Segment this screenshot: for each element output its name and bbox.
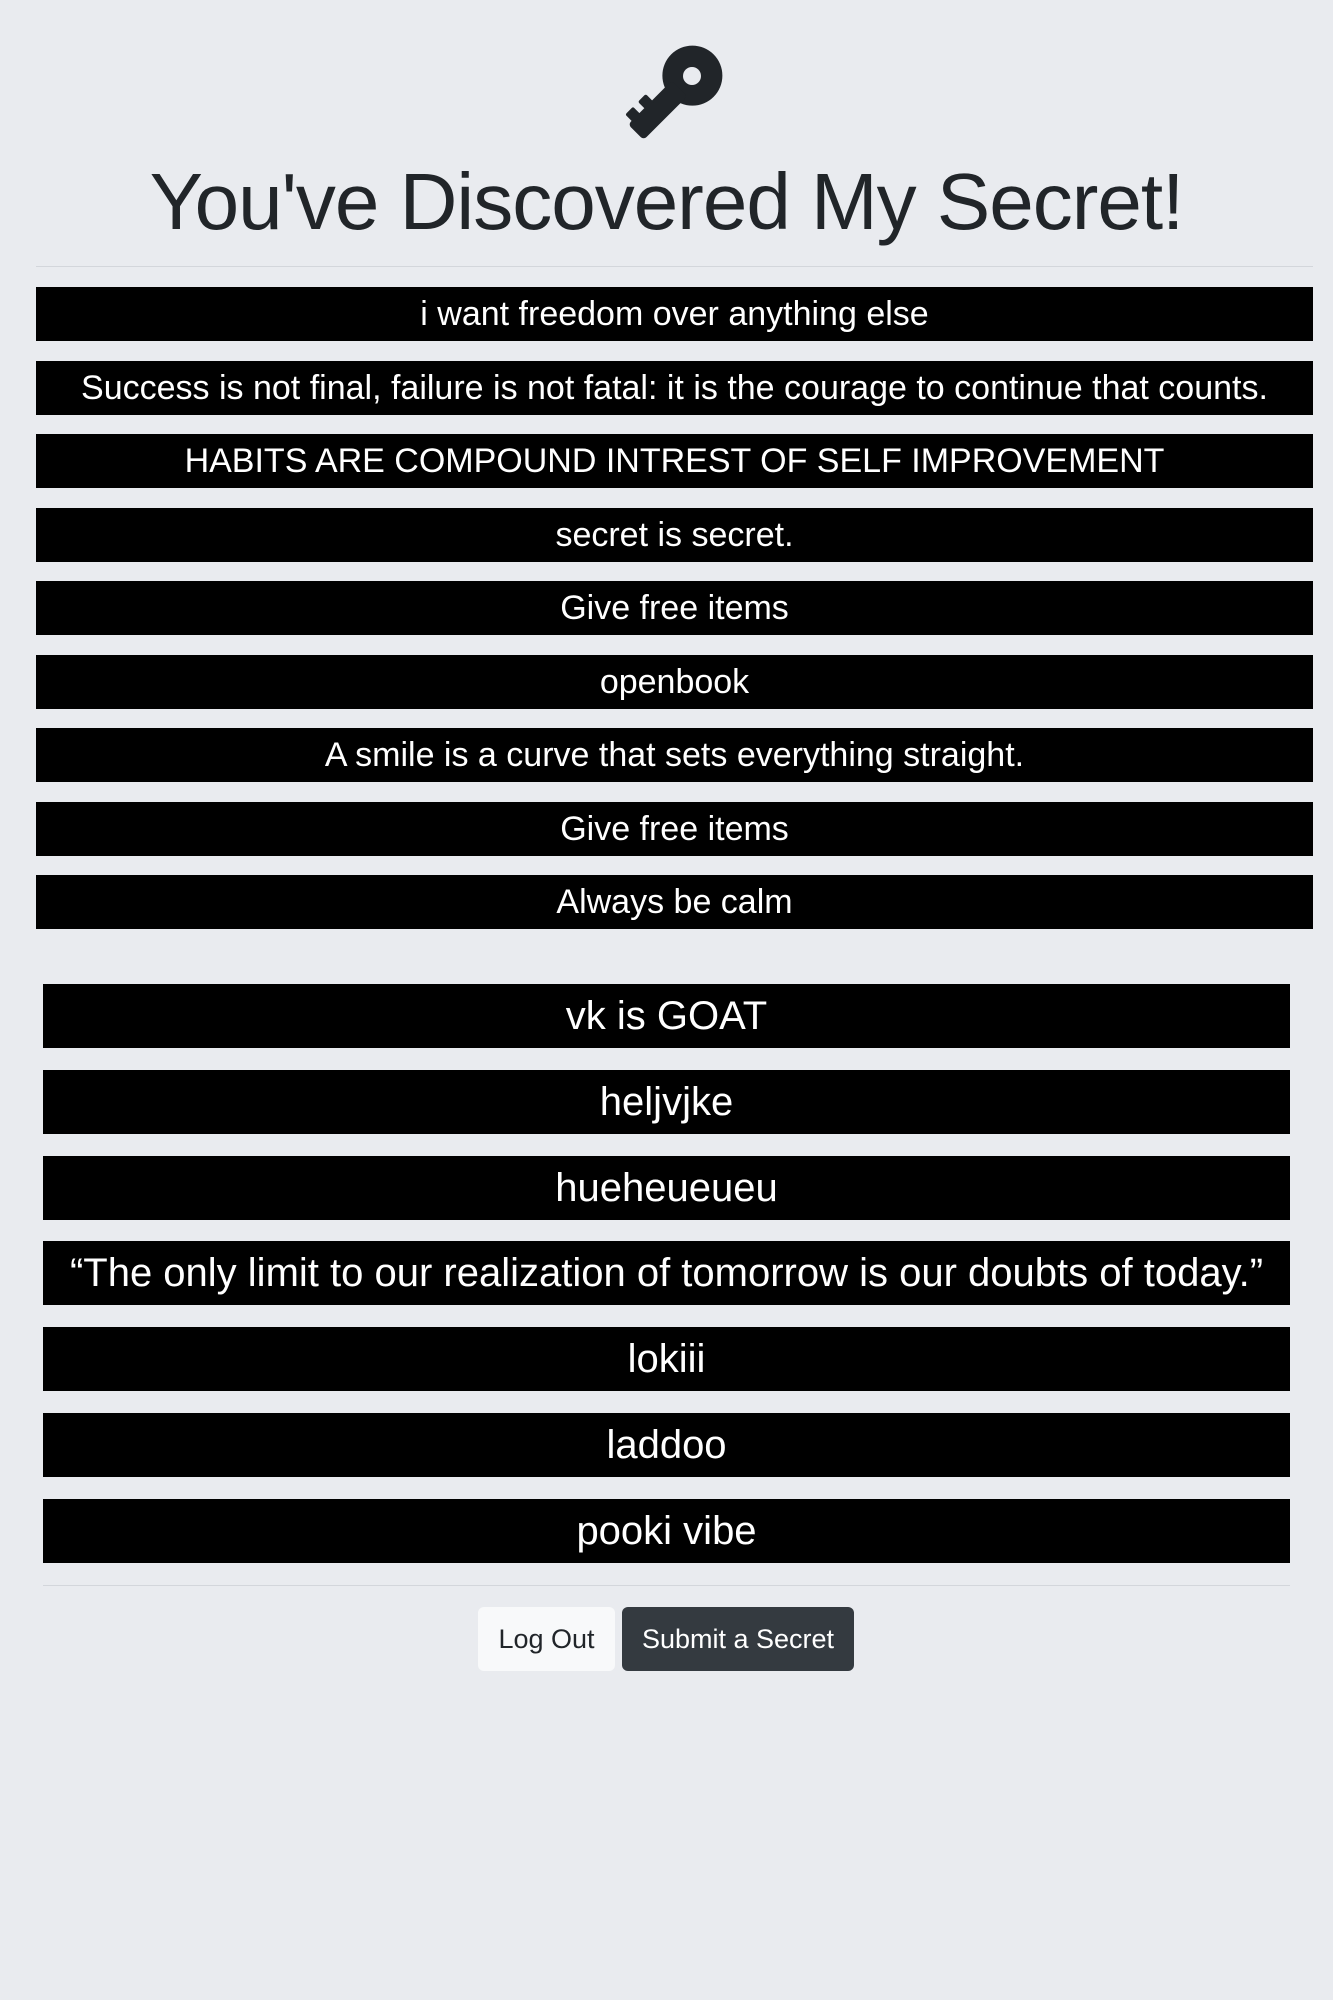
secret-item: laddoo xyxy=(43,1412,1290,1477)
secret-item: hueheueueu xyxy=(43,1155,1290,1220)
secrets-list-secondary: vk is GOAT heljvjke hueheueueu “The only li… xyxy=(43,984,1290,1585)
page-header: You've Discovered My Secret! xyxy=(0,0,1333,250)
divider-bottom xyxy=(43,1585,1290,1586)
secret-item: secret is secret. xyxy=(36,507,1313,562)
action-bar: Log Out Submit a Secret xyxy=(0,1607,1333,1671)
secret-item: Success is not final, failure is not fat… xyxy=(36,360,1313,415)
secret-item: pooki vibe xyxy=(43,1498,1290,1563)
secret-item: i want freedom over anything else xyxy=(36,287,1313,341)
divider-top xyxy=(36,266,1313,267)
secret-item: openbook xyxy=(36,654,1313,709)
page-title: You've Discovered My Secret! xyxy=(149,157,1185,246)
secret-item: vk is GOAT xyxy=(43,984,1290,1048)
secrets-list-primary: i want freedom over anything else Success… xyxy=(36,287,1313,949)
secret-item: A smile is a curve that sets everything … xyxy=(36,728,1313,782)
key-icon xyxy=(626,45,723,139)
secret-item: Always be calm xyxy=(36,875,1313,929)
secret-item: HABITS ARE COMPOUND INTREST OF SELF IMPR… xyxy=(36,434,1313,488)
secret-item: Give free items xyxy=(36,581,1313,635)
secret-item: “The only limit to our realization of to… xyxy=(43,1241,1290,1306)
secrets-page: You've Discovered My Secret! i want free… xyxy=(0,0,1333,2000)
submit-secret-button[interactable]: Submit a Secret xyxy=(622,1607,854,1671)
secret-item: lokiii xyxy=(43,1327,1290,1392)
logout-button[interactable]: Log Out xyxy=(478,1607,615,1671)
secret-item: heljvjke xyxy=(43,1069,1290,1134)
secret-item: Give free items xyxy=(36,801,1313,856)
